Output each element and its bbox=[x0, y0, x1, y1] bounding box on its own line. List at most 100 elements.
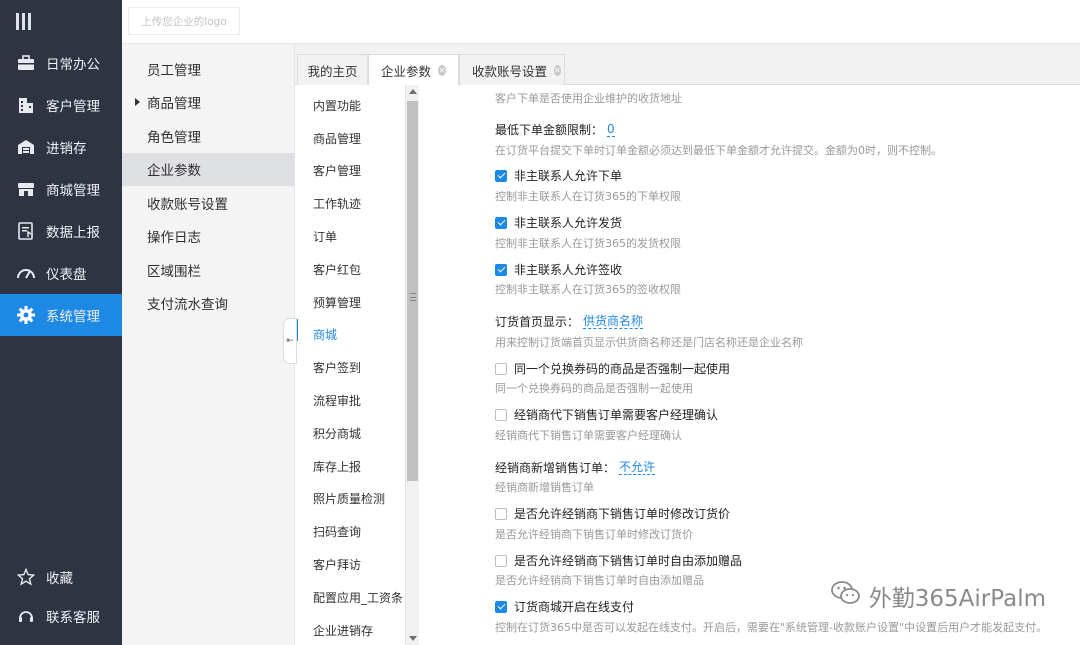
category-item[interactable]: 流程审批 bbox=[295, 384, 405, 417]
setting-label: 订货首页显示： bbox=[495, 315, 580, 329]
checkbox-label: 非主联系人允许发货 bbox=[514, 216, 623, 230]
scrollbar-thumb[interactable] bbox=[407, 101, 418, 481]
close-icon[interactable]: ✕ bbox=[438, 65, 446, 76]
checkbox-unchecked[interactable] bbox=[495, 362, 507, 375]
checkbox-unchecked[interactable] bbox=[495, 554, 507, 567]
setting-hint: 经销商代下销售订单需要客户经理确认 bbox=[495, 429, 682, 442]
wechat-icon bbox=[830, 580, 861, 612]
watermark-text: 外勤365AirPalm bbox=[868, 586, 1046, 612]
nav-item-dashboard[interactable]: 仪表盘 bbox=[0, 252, 122, 294]
category-item[interactable]: 客户拜访 bbox=[295, 548, 405, 581]
nav-item-daily-office[interactable]: 日常办公 bbox=[0, 42, 122, 84]
checkbox-checked[interactable] bbox=[495, 216, 507, 229]
setting-checkbox-row[interactable]: 是否允许经销商下销售订单时修改订货价 bbox=[495, 505, 730, 522]
category-item[interactable]: 预算管理 bbox=[295, 286, 405, 319]
nav-menu-toggle[interactable] bbox=[0, 0, 122, 42]
nav-item-customer-service[interactable]: 联系客服 bbox=[0, 596, 122, 635]
submenu-item-payment-flow[interactable]: 支付流水查询 bbox=[122, 287, 294, 321]
nav-item-data-report[interactable]: 数据上报 bbox=[0, 210, 122, 252]
submenu-item-product[interactable]: 商品管理 bbox=[122, 86, 294, 120]
category-item[interactable]: 照片质量检测 bbox=[295, 483, 405, 516]
category-scrollbar[interactable] bbox=[405, 85, 419, 645]
category-item[interactable]: 配置应用_工资条 bbox=[295, 581, 405, 614]
submenu-item-geofence[interactable]: 区域围栏 bbox=[122, 253, 294, 287]
warehouse-icon bbox=[16, 137, 36, 157]
setting-hint: 控制非主联系人在订货365的签收权限 bbox=[495, 283, 681, 296]
nav-item-favorites[interactable]: 收藏 bbox=[0, 557, 122, 596]
nav-item-label: 系统管理 bbox=[46, 309, 100, 325]
setting-hint: 控制在订货365中是否可以发起在线支付。开启后，需要在"系统管理-收款账户设置"… bbox=[495, 621, 1048, 634]
top-bar: 上传您企业的logo bbox=[122, 0, 1080, 44]
setting-hint: 客户下单是否使用企业维护的收货地址 bbox=[495, 92, 682, 105]
scroll-up-icon[interactable] bbox=[409, 89, 417, 94]
nav-item-customer-management[interactable]: 客户管理 bbox=[0, 84, 122, 126]
setting-hint: 同一个兑换券码的商品是否强制一起使用 bbox=[495, 382, 693, 395]
collapse-panel-handle[interactable]: ⇤ bbox=[283, 318, 297, 364]
nav-item-inventory[interactable]: 进销存 bbox=[0, 126, 122, 168]
tab-enterprise-params[interactable]: 企业参数 ✕ bbox=[368, 54, 459, 86]
checkbox-unchecked[interactable] bbox=[495, 408, 507, 421]
submenu-item-operation-log[interactable]: 操作日志 bbox=[122, 220, 294, 254]
setting-checkbox-row[interactable]: 同一个兑换券码的商品是否强制一起使用 bbox=[495, 360, 730, 377]
category-item[interactable]: 商品管理 bbox=[295, 122, 405, 155]
checkbox-checked[interactable] bbox=[495, 263, 507, 276]
nav-item-system-management[interactable]: 系统管理 bbox=[0, 294, 122, 336]
setting-checkbox-row[interactable]: 非主联系人允许发货 bbox=[495, 214, 622, 231]
category-item[interactable]: 工作轨迹 bbox=[295, 187, 405, 220]
category-item[interactable]: 客户签到 bbox=[295, 351, 405, 384]
setting-label: 最低下单金额限制： bbox=[495, 123, 604, 137]
tab-bar: 我的主页 企业参数 ✕ 收款账号设置 ✕ bbox=[295, 44, 1080, 86]
setting-checkbox-row[interactable]: 经销商代下销售订单需要客户经理确认 bbox=[495, 406, 718, 423]
store-icon bbox=[16, 179, 36, 199]
nav-item-label: 仪表盘 bbox=[46, 267, 87, 283]
collapse-icon: ⇤ bbox=[286, 336, 294, 346]
close-icon[interactable]: ✕ bbox=[554, 64, 561, 76]
report-icon bbox=[16, 221, 36, 241]
setting-hint: 经销商新增销售订单 bbox=[495, 481, 594, 494]
menu-bars-icon bbox=[16, 12, 31, 30]
setting-checkbox-row[interactable]: 非主联系人允许下单 bbox=[495, 167, 622, 184]
nav-bottom: 收藏 联系客服 bbox=[0, 557, 122, 635]
submenu-item-enterprise-params[interactable]: 企业参数 bbox=[122, 152, 294, 186]
checkbox-unchecked[interactable] bbox=[495, 507, 507, 520]
submenu-item-employee[interactable]: 员工管理 bbox=[122, 52, 294, 86]
main-nav: 日常办公 客户管理 进销存 商城管理 数据上报 仪表盘 系统管理 收藏 联系客服 bbox=[0, 0, 122, 645]
category-item[interactable]: 客户红包 bbox=[295, 253, 405, 286]
setting-checkbox-row[interactable]: 订货商城开启在线支付 bbox=[495, 598, 634, 615]
briefcase-icon bbox=[16, 53, 36, 73]
submenu-item-role[interactable]: 角色管理 bbox=[122, 119, 294, 153]
dealer-order-setting: 经销商新增销售订单： 不允许 bbox=[495, 459, 656, 476]
tab-my-home[interactable]: 我的主页 bbox=[297, 54, 368, 85]
tab-label: 企业参数 bbox=[381, 64, 432, 79]
home-display-value-link[interactable]: 供货商名称 bbox=[583, 314, 644, 329]
submenu-item-label: 商品管理 bbox=[147, 96, 201, 113]
nav-item-label: 商城管理 bbox=[46, 183, 100, 199]
category-item[interactable]: 库存上报 bbox=[295, 450, 405, 483]
category-item[interactable]: 内置功能 bbox=[295, 89, 405, 122]
setting-hint: 控制非主联系人在订货365的发货权限 bbox=[495, 237, 681, 250]
setting-hint: 控制非主联系人在订货365的下单权限 bbox=[495, 190, 681, 203]
category-item[interactable]: 客户管理 bbox=[295, 155, 405, 188]
dealer-order-value-link[interactable]: 不允许 bbox=[619, 460, 656, 475]
checkbox-checked[interactable] bbox=[495, 600, 507, 613]
category-item[interactable]: 企业进销存 bbox=[295, 614, 405, 645]
logo-upload-placeholder[interactable]: 上传您企业的logo bbox=[128, 7, 240, 35]
category-item[interactable]: 扫码查询 bbox=[295, 515, 405, 548]
setting-hint: 在订货平台提交下单时订单金额必须达到最低下单金额才允许提交。金额为0时，则不控制… bbox=[495, 144, 942, 157]
nav-item-label: 日常办公 bbox=[46, 57, 100, 73]
nav-item-label: 收藏 bbox=[46, 570, 73, 587]
setting-checkbox-row[interactable]: 非主联系人允许签收 bbox=[495, 261, 622, 278]
tab-payment-account[interactable]: 收款账号设置 ✕ bbox=[459, 54, 565, 85]
checkbox-checked[interactable] bbox=[495, 169, 507, 182]
min-order-value-link[interactable]: 0 bbox=[607, 122, 615, 137]
scroll-down-icon[interactable] bbox=[409, 636, 417, 641]
category-item[interactable]: 订单 bbox=[295, 220, 405, 253]
min-order-setting: 最低下单金额限制： 0 bbox=[495, 121, 615, 138]
submenu-item-payment-account[interactable]: 收款账号设置 bbox=[122, 186, 294, 220]
watermark: 外勤365AirPalm bbox=[830, 579, 1046, 613]
star-icon bbox=[16, 567, 36, 587]
category-item[interactable]: 积分商城 bbox=[295, 417, 405, 450]
nav-item-mall-management[interactable]: 商城管理 bbox=[0, 168, 122, 210]
setting-checkbox-row[interactable]: 是否允许经销商下销售订单时自由添加赠品 bbox=[495, 552, 742, 569]
category-item-active[interactable]: 商城 bbox=[295, 319, 405, 352]
